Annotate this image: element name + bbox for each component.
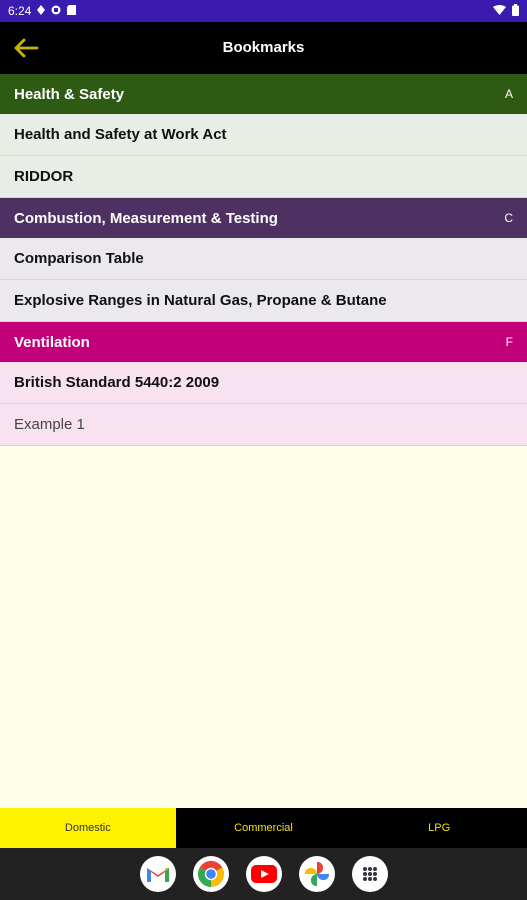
list-item[interactable]: RIDDOR <box>0 156 527 198</box>
section-header-combustion[interactable]: Combustion, Measurement & Testing C <box>0 198 527 238</box>
status-time: 6:24 <box>8 4 32 18</box>
section-title: Combustion, Measurement & Testing <box>14 209 278 227</box>
location-icon <box>37 4 46 18</box>
youtube-icon[interactable] <box>245 856 282 892</box>
app-bar: Bookmarks <box>0 22 527 74</box>
status-bar: 6:24 <box>0 0 527 22</box>
tab-commercial[interactable]: Commercial <box>176 808 352 848</box>
list-item[interactable]: Health and Safety at Work Act <box>0 114 527 156</box>
storage-icon <box>67 4 77 18</box>
page-title: Bookmarks <box>222 39 305 56</box>
list-item[interactable]: Example 1 <box>0 404 527 446</box>
tab-domestic[interactable]: Domestic <box>0 808 176 848</box>
list-item[interactable]: Explosive Ranges in Natural Gas, Propane… <box>0 280 527 322</box>
section-title: Health & Safety <box>14 85 125 103</box>
bookmark-list: Health & Safety A Health and Safety at W… <box>0 74 527 446</box>
photos-icon[interactable] <box>298 856 335 892</box>
list-item[interactable]: Comparison Table <box>0 238 527 280</box>
bottom-tab-bar: Domestic Commercial LPG <box>0 808 527 848</box>
gmail-icon[interactable] <box>139 856 176 892</box>
wifi-icon <box>493 4 506 18</box>
section-letter: F <box>505 335 513 349</box>
media-icon <box>51 4 61 18</box>
section-letter: A <box>504 87 513 101</box>
tab-lpg[interactable]: LPG <box>351 808 527 848</box>
section-title: Ventilation <box>14 333 90 351</box>
section-header-health-safety[interactable]: Health & Safety A <box>0 74 527 114</box>
list-item[interactable]: British Standard 5440:2 2009 <box>0 362 527 404</box>
section-header-ventilation[interactable]: Ventilation F <box>0 322 527 362</box>
section-letter: C <box>504 211 513 225</box>
battery-icon <box>512 3 519 19</box>
chrome-icon[interactable] <box>192 856 229 892</box>
app-drawer-icon[interactable] <box>351 856 388 892</box>
app-dock <box>0 848 527 900</box>
